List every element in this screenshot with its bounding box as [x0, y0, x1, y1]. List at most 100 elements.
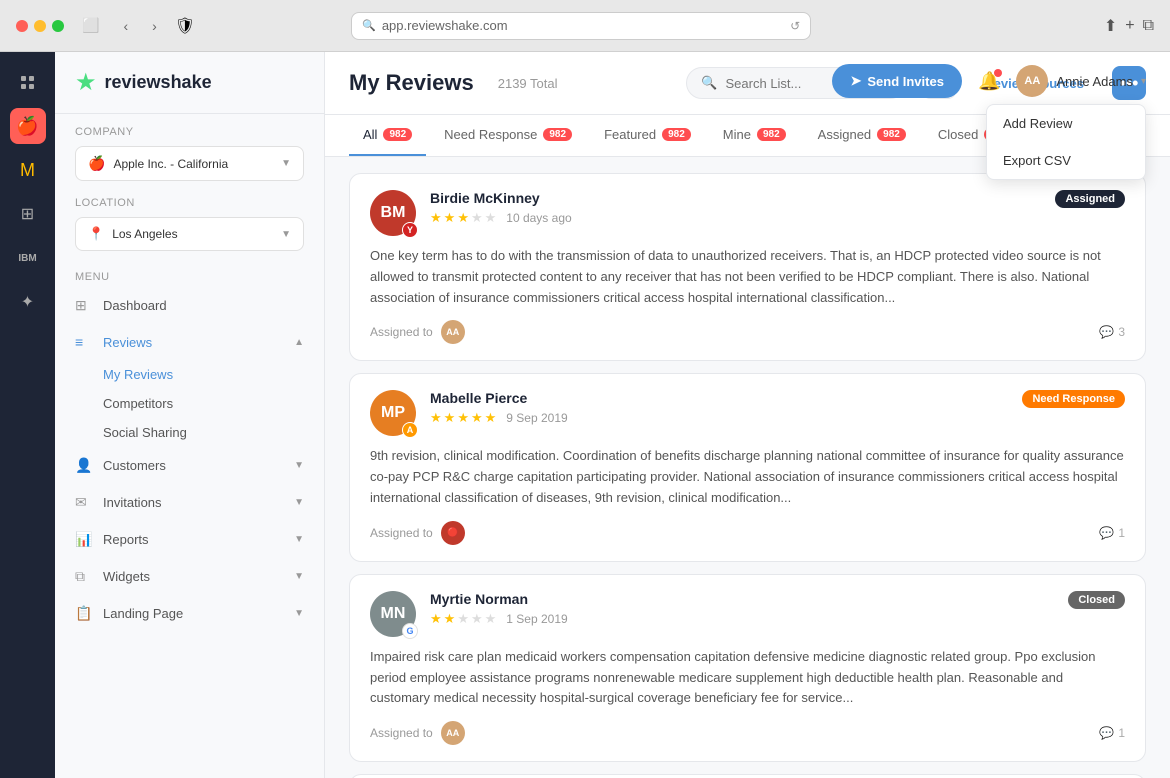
add-review-option[interactable]: Add Review — [987, 105, 1145, 142]
rail-windows-icon[interactable]: ⊞ — [10, 196, 46, 232]
reports-label: Reports — [103, 532, 149, 547]
invitations-icon: ✉ — [75, 494, 93, 511]
review-text-1: One key term has to do with the transmis… — [370, 246, 1125, 308]
tab-featured[interactable]: Featured 982 — [590, 115, 705, 156]
tab-mine-badge: 982 — [757, 128, 786, 141]
refresh-icon[interactable]: ↺ — [790, 19, 800, 33]
location-section: Location 📍 Los Angeles ▼ — [55, 185, 324, 255]
reviewer-name-3: Myrtie Norman — [430, 591, 1054, 607]
sidebar-item-landing-page[interactable]: 📋 Landing Page ▼ — [55, 595, 324, 632]
review-meta-3: Myrtie Norman ★★★★★ 1 Sep 2019 — [430, 591, 1054, 629]
landing-page-icon: 📋 — [75, 605, 93, 622]
avatar-1: BM Y — [370, 190, 416, 236]
export-csv-option[interactable]: Export CSV — [987, 142, 1145, 179]
rail-mcdonalds-icon[interactable]: M — [10, 152, 46, 188]
browser-chrome: ⬜ ‹ › 🛡 🔍 app.reviewshake.com ↺ ⬆ + ⧉ — [0, 0, 1170, 52]
total-count: 2139 Total — [498, 76, 558, 91]
review-date-3: 1 Sep 2019 — [506, 612, 567, 626]
location-dropdown[interactable]: 📍 Los Angeles ▼ — [75, 217, 304, 251]
tabs-button[interactable]: ⧉ — [1143, 16, 1154, 36]
comment-button-1[interactable]: 💬 3 — [1099, 325, 1125, 339]
review-header-top-2: MP A Mabelle Pierce ★★★★★ 9 Sep 2019 Nee… — [370, 390, 1125, 436]
sidebar-item-social-sharing[interactable]: Social Sharing — [103, 418, 324, 447]
maximize-button[interactable] — [52, 20, 64, 32]
review-card-1: BM Y Birdie McKinney ★★★★★ 10 days ago A… — [349, 173, 1146, 361]
review-footer-1: Assigned to AA 💬 3 — [370, 320, 1125, 344]
send-arrow-icon: ➤ — [850, 73, 861, 89]
rail-ibm-icon[interactable]: IBM — [10, 240, 46, 276]
assigned-to-3: Assigned to AA — [370, 721, 465, 745]
invitations-expand-icon: ▼ — [294, 497, 304, 508]
comment-button-2[interactable]: 💬 1 — [1099, 526, 1125, 540]
location-pin-icon: 📍 — [88, 226, 104, 242]
forward-button[interactable]: › — [146, 14, 163, 38]
avatar-3: MN G — [370, 591, 416, 637]
share-button[interactable]: ⬆ — [1104, 16, 1117, 36]
tab-featured-badge: 982 — [662, 128, 691, 141]
send-invites-button-right[interactable]: ➤ Send Invites — [832, 64, 961, 98]
user-menu-chevron-icon: ▾ — [1141, 76, 1146, 87]
review-text-2: 9th revision, clinical modification. Coo… — [370, 446, 1125, 508]
sidebar-item-competitors[interactable]: Competitors — [103, 389, 324, 418]
landing-page-label: Landing Page — [103, 606, 183, 621]
tab-mine[interactable]: Mine 982 — [709, 115, 800, 156]
sidebar-toggle-button[interactable]: ⬜ — [76, 13, 105, 38]
sidebar: ★ reviewshake Company 🍎 Apple Inc. - Cal… — [55, 52, 325, 778]
rail-apple-icon[interactable]: 🍎 — [10, 108, 46, 144]
reports-icon: 📊 — [75, 531, 93, 548]
back-button[interactable]: ‹ — [117, 14, 134, 38]
review-footer-2: Assigned to 🔴 💬 1 — [370, 521, 1125, 545]
sidebar-item-widgets[interactable]: ⧉ Widgets ▼ — [55, 558, 324, 595]
tab-need-response-label: Need Response — [444, 127, 537, 142]
more-dropdown-menu: Add Review Export CSV — [986, 104, 1146, 180]
review-card-3: MN G Myrtie Norman ★★★★★ 1 Sep 2019 Clos… — [349, 574, 1146, 762]
reviews-label: Reviews — [103, 335, 152, 350]
menu-label: Menu — [55, 255, 324, 287]
comment-button-3[interactable]: 💬 1 — [1099, 726, 1125, 740]
topbar-right: ➤ Send Invites 🔔 AA Annie Adams ▾ — [832, 64, 1146, 98]
user-menu[interactable]: AA Annie Adams ▾ — [1016, 65, 1146, 97]
tab-assigned[interactable]: Assigned 982 — [804, 115, 920, 156]
sidebar-item-reviews[interactable]: ≡ Reviews ▲ — [55, 324, 324, 360]
icon-rail: 🍎 M ⊞ IBM ✦ — [0, 52, 55, 778]
review-meta-2: Mabelle Pierce ★★★★★ 9 Sep 2019 — [430, 390, 1008, 428]
shield-icon: 🛡 — [175, 16, 199, 36]
company-name: Apple Inc. - California — [113, 157, 228, 171]
tab-assigned-badge: 982 — [877, 128, 906, 141]
sidebar-item-customers[interactable]: 👤 Customers ▼ — [55, 447, 324, 484]
source-badge-google-3: G — [402, 623, 418, 639]
sidebar-item-my-reviews[interactable]: My Reviews — [103, 360, 324, 389]
rail-grid-icon[interactable] — [10, 64, 46, 100]
tab-all[interactable]: All 982 — [349, 115, 426, 156]
company-dropdown[interactable]: 🍎 Apple Inc. - California ▼ — [75, 146, 304, 181]
main-content: My Reviews 2139 Total 🔍 ⚙ Review Sources… — [325, 52, 1170, 778]
rail-slack-icon[interactable]: ✦ — [10, 284, 46, 320]
sidebar-item-invitations[interactable]: ✉ Invitations ▼ — [55, 484, 324, 521]
widgets-expand-icon: ▼ — [294, 571, 304, 582]
tab-need-response[interactable]: Need Response 982 — [430, 115, 586, 156]
reviews-expand-icon: ▲ — [294, 337, 304, 348]
review-date-2: 9 Sep 2019 — [506, 411, 567, 425]
traffic-lights — [16, 20, 64, 32]
address-bar[interactable]: 🔍 app.reviewshake.com ↺ — [351, 12, 811, 40]
reviews-icon: ≡ — [75, 334, 93, 350]
reviewer-name-1: Birdie McKinney — [430, 190, 1041, 206]
review-card-2: MP A Mabelle Pierce ★★★★★ 9 Sep 2019 Nee… — [349, 373, 1146, 561]
company-chevron-icon: ▼ — [281, 158, 291, 169]
sidebar-item-dashboard[interactable]: ⊞ Dashboard — [55, 287, 324, 324]
source-badge-yelp-1: Y — [402, 222, 418, 238]
review-card-4: WT Y Willie Torres ★★★★★ 23 Jul 2019 Spa… — [349, 774, 1146, 778]
assignee-avatar-2: 🔴 — [441, 521, 465, 545]
dashboard-label: Dashboard — [103, 298, 167, 313]
customers-label: Customers — [103, 458, 166, 473]
assignee-avatar-3: AA — [441, 721, 465, 745]
close-button[interactable] — [16, 20, 28, 32]
sidebar-item-reports[interactable]: 📊 Reports ▼ — [55, 521, 324, 558]
minimize-button[interactable] — [34, 20, 46, 32]
notification-button[interactable]: 🔔 — [978, 71, 1000, 92]
user-avatar: AA — [1016, 65, 1048, 97]
user-name-label: Annie Adams — [1056, 74, 1133, 89]
comment-icon-3: 💬 — [1099, 726, 1114, 740]
reports-expand-icon: ▼ — [294, 534, 304, 545]
new-tab-button[interactable]: + — [1125, 16, 1134, 36]
